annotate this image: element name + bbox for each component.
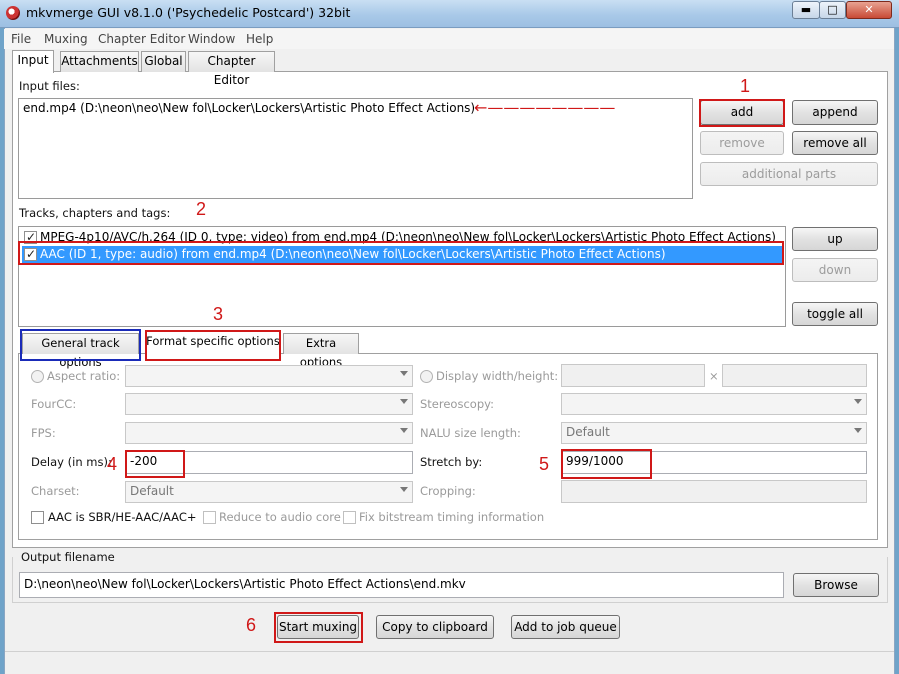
tab-extra-options[interactable]: Extra options [283, 333, 359, 369]
nalu-label: NALU size length: [420, 426, 521, 440]
charset-combo[interactable]: Default [125, 481, 413, 503]
cropping-field[interactable] [561, 480, 867, 503]
list-item[interactable]: end.mp4 (D:\neon\neo\New fol\Locker\Lock… [23, 101, 475, 115]
chevron-down-icon [400, 371, 408, 376]
browse-button[interactable]: Browse [793, 573, 879, 597]
chevron-down-icon [400, 428, 408, 433]
annotation-number-2: 2 [196, 199, 207, 219]
annotation-number-3: 3 [213, 304, 224, 324]
reduce-audio-core-checkbox[interactable] [203, 511, 216, 524]
stereoscopy-combo[interactable] [561, 393, 867, 415]
display-height-field[interactable] [722, 364, 867, 387]
menu-help[interactable]: Help [246, 32, 273, 46]
menu-muxing[interactable]: Muxing [44, 32, 88, 46]
menu-file[interactable]: File [11, 32, 31, 46]
tracks-label: Tracks, chapters and tags: [19, 206, 171, 220]
annotation-box-general-tab [20, 329, 141, 361]
aspect-ratio-label: Aspect ratio: [47, 369, 121, 383]
status-bar [5, 651, 894, 673]
chevron-down-icon [400, 399, 408, 404]
fps-combo[interactable] [125, 422, 413, 444]
nalu-combo[interactable]: Default [561, 422, 867, 444]
charset-label: Charset: [31, 484, 80, 498]
annotation-box-add [699, 99, 785, 127]
remove-button[interactable]: remove [700, 131, 784, 155]
add-to-job-queue-button[interactable]: Add to job queue [511, 615, 620, 639]
annotation-number-5: 5 [539, 454, 550, 474]
cropping-label: Cropping: [420, 484, 476, 498]
aac-sbr-label: AAC is SBR/HE-AAC/AAC+ [48, 510, 197, 524]
annotation-box-format-tab [145, 330, 281, 361]
app-icon [6, 6, 20, 20]
nalu-value: Default [566, 425, 610, 439]
remove-all-button[interactable]: remove all [792, 131, 878, 155]
fourcc-combo[interactable] [125, 393, 413, 415]
copy-to-clipboard-button[interactable]: Copy to clipboard [376, 615, 494, 639]
annotation-box-start [274, 612, 363, 643]
fix-bitstream-label: Fix bitstream timing information [359, 510, 545, 524]
toggle-all-button[interactable]: toggle all [792, 302, 878, 326]
aspect-ratio-radio[interactable] [31, 370, 44, 383]
display-width-field[interactable] [561, 364, 705, 387]
output-filename-label: Output filename [19, 550, 117, 564]
times-sign: × [709, 369, 719, 383]
delay-label: Delay (in ms): [31, 455, 112, 469]
output-filename-field[interactable]: D:\neon\neo\New fol\Locker\Lockers\Artis… [19, 572, 784, 598]
fps-label: FPS: [31, 426, 56, 440]
annotation-box-stretch [561, 449, 652, 479]
maximize-icon[interactable]: □ [819, 1, 846, 19]
chevron-down-icon [854, 399, 862, 404]
annotation-box-delay [125, 450, 185, 478]
minimize-icon[interactable]: ▬ [792, 1, 820, 19]
append-button[interactable]: append [792, 100, 878, 125]
up-button[interactable]: up [792, 227, 878, 251]
stereoscopy-label: Stereoscopy: [420, 397, 494, 411]
annotation-number-1: 1 [740, 76, 751, 96]
aspect-ratio-combo[interactable] [125, 365, 413, 387]
annotation-number-6: 6 [246, 615, 257, 635]
chevron-down-icon [854, 428, 862, 433]
input-files-label: Input files: [19, 79, 80, 93]
fix-bitstream-checkbox[interactable] [343, 511, 356, 524]
down-button[interactable]: down [792, 258, 878, 282]
tab-chapter-editor[interactable]: Chapter Editor [188, 51, 275, 87]
menu-window[interactable]: Window [188, 32, 235, 46]
window-title: mkvmerge GUI v8.1.0 ('Psychedelic Postca… [26, 5, 351, 20]
close-icon[interactable]: ✕ [846, 1, 892, 19]
menu-chapter-editor[interactable]: Chapter Editor [98, 32, 185, 46]
annotation-box-track [18, 241, 784, 265]
tab-attachments[interactable]: Attachments [60, 51, 139, 72]
tab-input[interactable]: Input [12, 50, 54, 73]
aac-sbr-checkbox[interactable] [31, 511, 44, 524]
annotation-number-4: 4 [107, 454, 118, 474]
charset-value: Default [130, 484, 174, 498]
display-wh-radio[interactable] [420, 370, 433, 383]
tab-global[interactable]: Global [141, 51, 186, 72]
annotation-arrow: ←———————— [474, 98, 616, 117]
display-wh-label: Display width/height: [436, 369, 559, 383]
fourcc-label: FourCC: [31, 397, 77, 411]
reduce-audio-core-label: Reduce to audio core [219, 510, 341, 524]
additional-parts-button[interactable]: additional parts [700, 162, 878, 186]
chevron-down-icon [400, 487, 408, 492]
stretch-label: Stretch by: [420, 455, 483, 469]
